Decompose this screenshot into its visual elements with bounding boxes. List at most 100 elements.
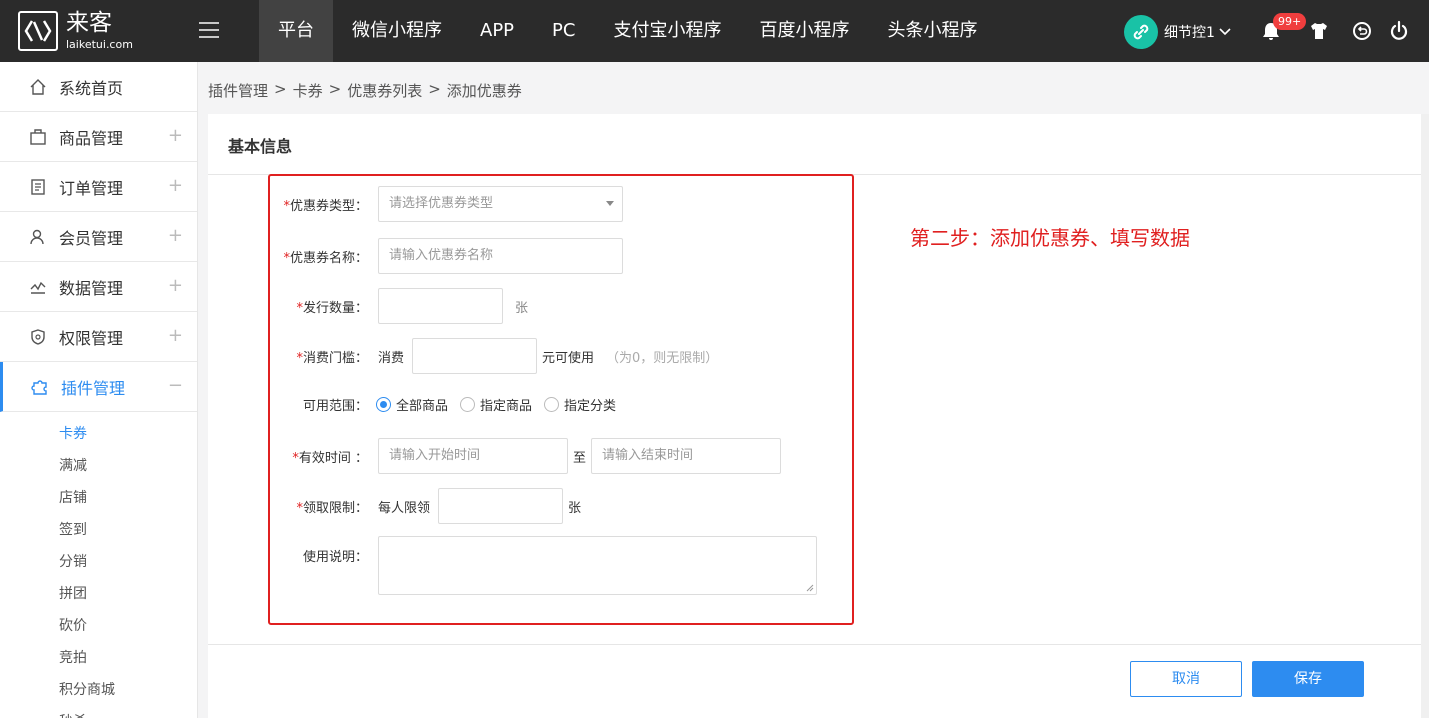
user-menu[interactable]: 细节控1 bbox=[1124, 15, 1231, 49]
submenu-item[interactable]: 签到 bbox=[0, 514, 197, 546]
shield-icon bbox=[28, 327, 48, 347]
submenu-item[interactable]: 积分商城 bbox=[0, 674, 197, 706]
logo[interactable]: 来客 laiketui.com bbox=[18, 9, 158, 53]
submenu-item[interactable]: 竞拍 bbox=[0, 642, 197, 674]
scope-radio-group: 全部商品 指定商品 指定分类 bbox=[376, 395, 628, 414]
shirt-icon[interactable] bbox=[1308, 20, 1330, 42]
claim-limit-row: *领取限制： 每人限领 张 bbox=[270, 488, 581, 524]
breadcrumb-separator: > bbox=[328, 80, 342, 98]
claim-limit-label: *领取限制： bbox=[296, 500, 368, 516]
resize-handle-icon[interactable] bbox=[806, 584, 814, 592]
link-icon bbox=[1124, 15, 1158, 49]
start-time-input[interactable]: 请输入开始时间 bbox=[378, 438, 568, 474]
scrollbar[interactable] bbox=[1421, 114, 1429, 718]
sidebar-item-data[interactable]: 数据管理 + bbox=[0, 262, 197, 312]
claim-limit-unit: 张 bbox=[568, 500, 582, 516]
scope-row: 可用范围： 全部商品 指定商品 指定分类 bbox=[270, 395, 628, 414]
end-time-input[interactable]: 请输入结束时间 bbox=[591, 438, 782, 474]
sidebar-item-plugins[interactable]: 插件管理 − bbox=[0, 362, 197, 412]
collapse-icon[interactable]: − bbox=[168, 375, 183, 396]
home-icon bbox=[28, 77, 48, 97]
breadcrumb-current: 添加优惠券 bbox=[446, 82, 522, 100]
logo-mark bbox=[18, 11, 58, 51]
annotation-text: 第二步：添加优惠券、填写数据 bbox=[910, 226, 1190, 250]
description-row: 使用说明： bbox=[270, 546, 368, 565]
sidebar-item-label: 数据管理 bbox=[59, 278, 124, 298]
coupon-type-row: *优惠券类型： 请选择优惠券类型 bbox=[270, 186, 623, 222]
top-nav: 平台 微信小程序 APP PC 支付宝小程序 百度小程序 头条小程序 bbox=[259, 0, 996, 62]
scope-option-all[interactable]: 全部商品 bbox=[376, 395, 448, 414]
quantity-unit: 张 bbox=[515, 300, 529, 316]
sidebar: 系统首页 商品管理 + 订单管理 + 会员管理 + 数据管理 + 权限管理 + … bbox=[0, 62, 198, 718]
notification-badge: 99+ bbox=[1273, 13, 1307, 30]
submenu-item[interactable]: 卡券 bbox=[0, 418, 197, 450]
chart-icon bbox=[28, 277, 48, 297]
sidebar-item-label: 商品管理 bbox=[59, 128, 124, 148]
sidebar-item-label: 系统首页 bbox=[59, 78, 124, 98]
radio-checked-icon bbox=[376, 397, 391, 412]
claim-limit-input[interactable] bbox=[438, 488, 564, 524]
issue-quantity-row: *发行数量： 张 bbox=[270, 288, 528, 324]
threshold-input[interactable] bbox=[412, 338, 538, 374]
issue-quantity-label: *发行数量： bbox=[296, 300, 368, 316]
sidebar-item-orders[interactable]: 订单管理 + bbox=[0, 162, 197, 212]
submenu-item[interactable]: 砍价 bbox=[0, 610, 197, 642]
sidebar-item-members[interactable]: 会员管理 + bbox=[0, 212, 197, 262]
threshold-label: *消费门槛： bbox=[296, 350, 368, 366]
issue-quantity-input[interactable] bbox=[378, 288, 503, 324]
chevron-down-icon bbox=[1219, 28, 1231, 36]
scope-option-category[interactable]: 指定分类 bbox=[544, 395, 616, 414]
breadcrumb-separator: > bbox=[274, 80, 287, 98]
expand-icon[interactable]: + bbox=[168, 175, 183, 196]
submenu-item[interactable]: 秒杀 bbox=[0, 706, 197, 718]
expand-icon[interactable]: + bbox=[168, 125, 183, 146]
breadcrumb-separator: > bbox=[428, 80, 441, 98]
sidebar-item-goods[interactable]: 商品管理 + bbox=[0, 112, 197, 162]
box-icon bbox=[28, 127, 48, 147]
breadcrumb: 插件管理 > 卡券 > 优惠券列表 > 添加优惠券 bbox=[208, 80, 528, 102]
claim-limit-prefix: 每人限领 bbox=[378, 500, 431, 516]
user-name: 细节控1 bbox=[1164, 25, 1215, 41]
topnav-item[interactable]: 头条小程序 bbox=[868, 0, 996, 62]
scope-option-goods[interactable]: 指定商品 bbox=[460, 395, 532, 414]
power-icon[interactable] bbox=[1388, 20, 1410, 42]
menu-toggle-icon[interactable] bbox=[199, 22, 219, 40]
description-textarea[interactable] bbox=[378, 536, 817, 595]
topnav-item[interactable]: 微信小程序 bbox=[333, 0, 461, 62]
topnav-item[interactable]: 支付宝小程序 bbox=[594, 0, 740, 62]
expand-icon[interactable]: + bbox=[168, 225, 183, 246]
breadcrumb-item[interactable]: 插件管理 bbox=[208, 80, 268, 102]
back-icon[interactable] bbox=[1351, 20, 1373, 42]
threshold-hint: （为0，则无限制） bbox=[606, 350, 719, 366]
submenu-item[interactable]: 拼团 bbox=[0, 578, 197, 610]
top-bar: 来客 laiketui.com 平台 微信小程序 APP PC 支付宝小程序 百… bbox=[0, 0, 1429, 62]
valid-time-label: *有效时间 ： bbox=[292, 450, 368, 466]
radio-icon bbox=[544, 397, 560, 412]
submenu-item[interactable]: 店铺 bbox=[0, 482, 197, 514]
radio-icon bbox=[460, 397, 476, 412]
divider bbox=[208, 644, 1421, 645]
topnav-item[interactable]: 平台 bbox=[259, 0, 333, 62]
cancel-button[interactable]: 取消 bbox=[1130, 661, 1242, 697]
topnav-item[interactable]: 百度小程序 bbox=[740, 0, 868, 62]
sidebar-item-permissions[interactable]: 权限管理 + bbox=[0, 312, 197, 362]
expand-icon[interactable]: + bbox=[168, 325, 183, 346]
coupon-type-select[interactable]: 请选择优惠券类型 bbox=[378, 186, 623, 222]
coupon-name-input[interactable]: 请输入优惠券名称 bbox=[378, 238, 623, 274]
valid-time-row: *有效时间 ： 请输入开始时间 至 请输入结束时间 bbox=[270, 438, 782, 474]
threshold-prefix: 消费 bbox=[378, 350, 405, 366]
threshold-suffix: 元可使用 bbox=[542, 350, 595, 366]
topnav-item[interactable]: PC bbox=[533, 0, 594, 62]
breadcrumb-item[interactable]: 优惠券列表 bbox=[347, 80, 422, 102]
time-to-text: 至 bbox=[573, 450, 587, 466]
threshold-row: *消费门槛： 消费 元可使用 （为0，则无限制） bbox=[270, 338, 718, 374]
scope-label: 可用范围： bbox=[302, 399, 368, 414]
submenu-item[interactable]: 分销 bbox=[0, 546, 197, 578]
member-icon bbox=[28, 227, 48, 247]
save-button[interactable]: 保存 bbox=[1252, 661, 1364, 697]
sidebar-item-home[interactable]: 系统首页 bbox=[0, 62, 197, 112]
topnav-item[interactable]: APP bbox=[461, 0, 533, 62]
expand-icon[interactable]: + bbox=[168, 275, 183, 296]
breadcrumb-item[interactable]: 卡券 bbox=[293, 80, 323, 102]
submenu-item[interactable]: 满减 bbox=[0, 450, 197, 482]
